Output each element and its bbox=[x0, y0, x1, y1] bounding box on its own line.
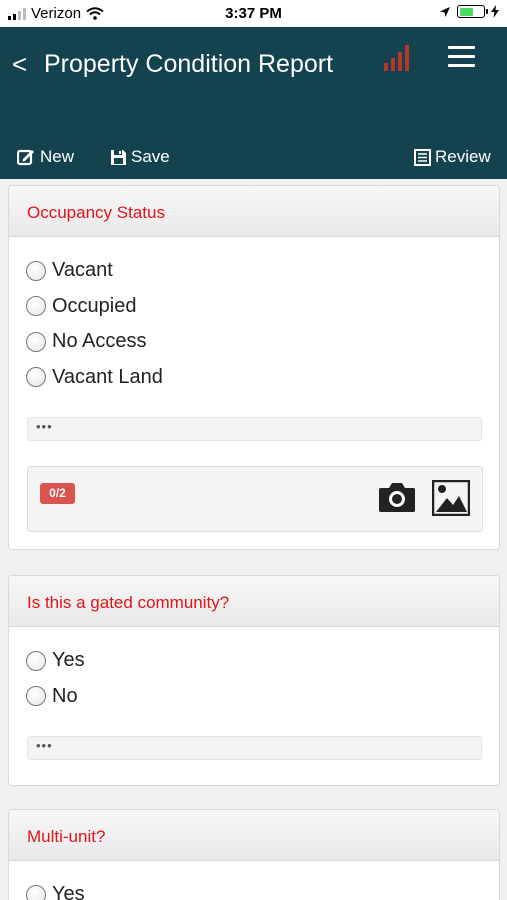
comment-field[interactable]: ••• bbox=[27, 736, 482, 760]
hamburger-menu-icon[interactable] bbox=[448, 46, 475, 73]
edit-icon bbox=[17, 149, 34, 166]
page-title: Property Condition Report bbox=[44, 50, 334, 78]
option-occupied[interactable]: Occupied bbox=[26, 289, 499, 325]
radio-button[interactable] bbox=[26, 367, 46, 388]
review-button[interactable]: Review bbox=[414, 147, 491, 167]
battery-icon bbox=[457, 5, 488, 18]
option-list: Vacant Occupied No Access Vacant Land bbox=[9, 237, 499, 395]
option-yes[interactable]: Yes bbox=[26, 643, 499, 679]
radio-button[interactable] bbox=[26, 331, 46, 352]
section-title: Multi-unit? bbox=[9, 810, 499, 861]
option-label: Occupied bbox=[52, 294, 137, 317]
option-yes[interactable]: Yes bbox=[26, 877, 499, 900]
radio-button[interactable] bbox=[26, 686, 46, 707]
section-title: Occupancy Status bbox=[9, 186, 499, 237]
comment-field[interactable]: ••• bbox=[27, 417, 482, 441]
option-label: No Access bbox=[52, 330, 147, 353]
option-vacant-land[interactable]: Vacant Land bbox=[26, 360, 499, 396]
image-gallery-icon[interactable] bbox=[432, 480, 470, 516]
section-multi-unit: Multi-unit? Yes bbox=[8, 809, 500, 900]
report-content[interactable]: Occupancy Status Vacant Occupied No Acce… bbox=[0, 179, 507, 900]
radio-button[interactable] bbox=[26, 650, 46, 671]
option-label: Yes bbox=[52, 649, 85, 672]
new-button[interactable]: New bbox=[17, 147, 74, 167]
option-vacant[interactable]: Vacant bbox=[26, 253, 499, 289]
charging-bolt-icon bbox=[491, 5, 499, 18]
section-gated-community: Is this a gated community? Yes No ••• bbox=[8, 575, 500, 786]
section-title: Is this a gated community? bbox=[9, 576, 499, 627]
option-no[interactable]: No bbox=[26, 679, 499, 715]
save-label: Save bbox=[131, 147, 170, 166]
status-time: 3:37 PM bbox=[225, 5, 282, 22]
option-label: Vacant bbox=[52, 259, 113, 282]
status-bar: Verizon 3:37 PM bbox=[0, 0, 507, 27]
photo-attachment-area: 0/2 bbox=[27, 466, 483, 532]
section-occupancy-status: Occupancy Status Vacant Occupied No Acce… bbox=[8, 185, 500, 550]
radio-button[interactable] bbox=[26, 260, 46, 281]
option-label: Yes bbox=[52, 883, 85, 900]
toolbar: New Save Review bbox=[0, 147, 507, 169]
option-list: Yes bbox=[9, 861, 499, 900]
option-list: Yes No bbox=[9, 627, 499, 714]
save-button[interactable]: Save bbox=[110, 147, 170, 167]
photo-count-badge: 0/2 bbox=[40, 483, 75, 504]
new-label: New bbox=[40, 147, 75, 166]
option-label: No bbox=[52, 684, 78, 707]
camera-icon[interactable] bbox=[378, 481, 416, 513]
option-label: Vacant Land bbox=[52, 365, 163, 388]
option-no-access[interactable]: No Access bbox=[26, 324, 499, 360]
back-chevron-icon[interactable]: < bbox=[12, 51, 27, 77]
app-header: < Property Condition Report New Save Rev… bbox=[0, 27, 507, 179]
radio-button[interactable] bbox=[26, 296, 46, 317]
review-icon bbox=[414, 148, 431, 166]
review-label: Review bbox=[435, 147, 491, 166]
radio-button[interactable] bbox=[26, 884, 46, 900]
save-icon bbox=[111, 149, 126, 165]
status-right bbox=[439, 5, 499, 18]
location-arrow-icon bbox=[440, 6, 450, 17]
signal-strength-icon bbox=[384, 45, 409, 71]
